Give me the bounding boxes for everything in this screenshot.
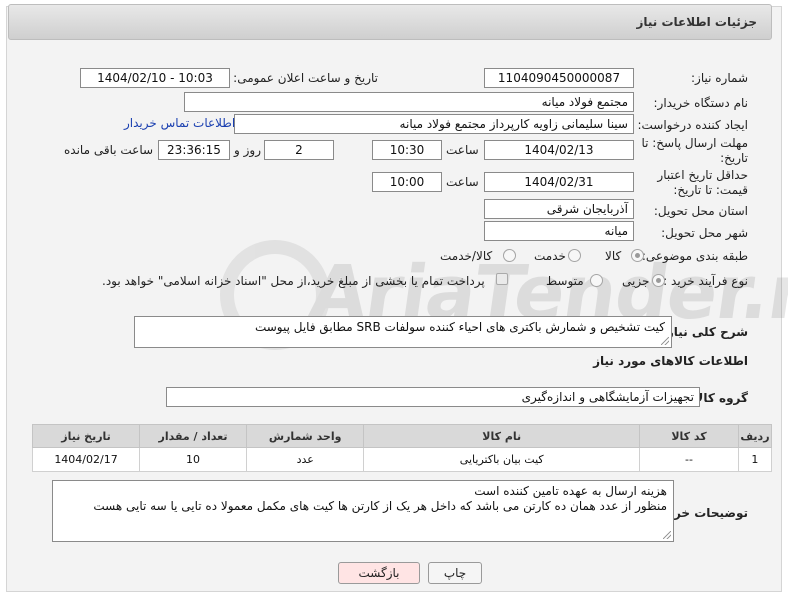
col-unit: واحد شمارش bbox=[246, 424, 365, 448]
description-label: شرح کلی نیاز: bbox=[662, 325, 748, 339]
header-bar: جزئیات اطلاعات نیاز bbox=[8, 4, 772, 40]
reply-days-label: روز و bbox=[234, 143, 261, 157]
buyer-notes-line-2: منظور از عدد همان ده کارتن می باشد که دا… bbox=[93, 499, 667, 513]
price-validity-date-field: 1404/02/31 bbox=[484, 172, 634, 192]
print-button[interactable]: چاپ bbox=[428, 562, 482, 584]
resize-grip-icon bbox=[661, 337, 669, 345]
cell-qty: 10 bbox=[139, 447, 248, 472]
category-label: طبقه بندی موضوعی: bbox=[641, 249, 748, 263]
category-goods-service-radio[interactable] bbox=[503, 249, 516, 262]
delivery-city-label: شهر محل تحویل: bbox=[661, 226, 748, 240]
announce-label: تاریخ و ساعت اعلان عمومی: bbox=[233, 71, 378, 85]
description-text: کیت تشخیص و شمارش باکتری های احیاء کننده… bbox=[254, 320, 665, 334]
goods-info-title: اطلاعات کالاهای مورد نیاز bbox=[593, 354, 748, 368]
buyer-notes-textarea: هزینه ارسال به عهده تامین کننده است منظو… bbox=[52, 480, 674, 542]
col-code: کد کالا bbox=[639, 424, 739, 448]
price-validity-label: حداقل تاریخ اعتبار قیمت: تا تاریخ: bbox=[657, 168, 748, 197]
need-number-label: شماره نیاز: bbox=[691, 71, 748, 85]
process-medium-radio[interactable] bbox=[590, 274, 603, 287]
category-goods-label: کالا bbox=[605, 249, 622, 263]
category-service-radio[interactable] bbox=[568, 249, 581, 262]
reply-days-field: 2 bbox=[264, 140, 334, 160]
delivery-province-label: استان محل تحویل: bbox=[653, 204, 748, 218]
price-validity-time-field: 10:00 bbox=[372, 172, 442, 192]
page-title: جزئیات اطلاعات نیاز bbox=[636, 15, 757, 29]
category-service-label: خدمت bbox=[534, 249, 566, 263]
creator-label: ایجاد کننده درخواست: bbox=[637, 118, 748, 132]
reply-deadline-label: مهلت ارسال پاسخ: تا تاریخ: bbox=[641, 136, 748, 165]
buyer-org-label: نام دستگاه خریدار: bbox=[653, 96, 749, 110]
col-row: ردیف bbox=[737, 424, 773, 448]
need-number-field: 1104090450000087 bbox=[484, 68, 634, 88]
cell-code: -- bbox=[639, 447, 739, 472]
resize-grip-icon bbox=[663, 531, 671, 539]
buyer-org-field: مجتمع فولاد میانه bbox=[184, 92, 634, 112]
description-textarea: کیت تشخیص و شمارش باکتری های احیاء کننده… bbox=[134, 316, 672, 348]
col-qty: تعداد / مقدار bbox=[139, 424, 248, 448]
process-label: نوع فرآیند خرید : bbox=[663, 274, 748, 288]
goods-group-field: تجهیزات آزمایشگاهی و اندازه‌گیری bbox=[166, 387, 700, 407]
buyer-notes-line-1: هزینه ارسال به عهده تامین کننده است bbox=[474, 484, 667, 498]
category-goods-service-label: کالا/خدمت bbox=[440, 249, 493, 263]
delivery-province-field: آذربایجان شرقی bbox=[484, 199, 634, 219]
col-name: نام کالا bbox=[363, 424, 641, 448]
treasury-payment-checkbox[interactable] bbox=[496, 273, 508, 285]
cell-row: 1 bbox=[737, 447, 773, 472]
table-row: 1 -- کیت بیان باکتریایی عدد 10 1404/02/1… bbox=[31, 447, 773, 472]
delivery-city-field: میانه bbox=[484, 221, 634, 241]
announce-field: 1404/02/10 - 10:03 bbox=[80, 68, 230, 88]
cell-name: کیت بیان باکتریایی bbox=[363, 447, 641, 472]
back-button[interactable]: بازگشت bbox=[338, 562, 420, 584]
creator-field: سینا سلیمانی زاویه کارپرداز مجتمع فولاد … bbox=[234, 114, 634, 134]
reply-remaining-label: ساعت باقی مانده bbox=[64, 143, 154, 157]
cell-unit: عدد bbox=[246, 447, 365, 472]
reply-time-field: 10:30 bbox=[372, 140, 442, 160]
goods-table: ردیف کد کالا نام کالا واحد شمارش تعداد /… bbox=[31, 424, 773, 472]
process-minor-radio[interactable] bbox=[652, 274, 665, 287]
reply-date-field: 1404/02/13 bbox=[484, 140, 634, 160]
cell-date: 1404/02/17 bbox=[31, 447, 141, 472]
reply-time-label: ساعت bbox=[446, 143, 479, 157]
treasury-payment-note: پرداخت تمام یا بخشی از مبلغ خرید،از محل … bbox=[102, 274, 485, 288]
process-minor-label: جزیی bbox=[622, 274, 650, 288]
category-goods-radio[interactable] bbox=[631, 249, 644, 262]
goods-table-header: ردیف کد کالا نام کالا واحد شمارش تعداد /… bbox=[31, 424, 773, 448]
reply-remaining-field: 23:36:15 bbox=[158, 140, 230, 160]
buyer-contact-link[interactable]: اطلاعات تماس خریدار bbox=[124, 116, 235, 130]
price-validity-time-label: ساعت bbox=[446, 175, 479, 189]
process-medium-label: متوسط bbox=[546, 274, 584, 288]
col-date: تاریخ نیاز bbox=[31, 424, 141, 448]
